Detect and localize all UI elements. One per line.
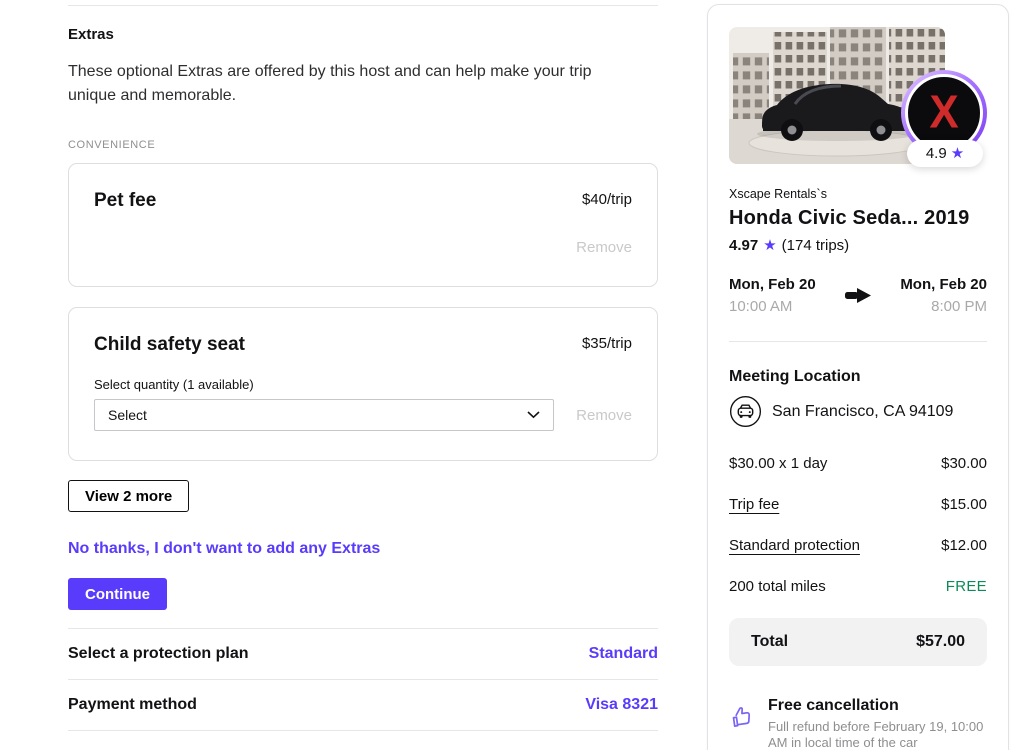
payment-method-value[interactable]: Visa 8321: [585, 696, 658, 714]
host-name: Xscape Rentals`s: [729, 186, 987, 202]
trip-summary-card: X 4.9 ★ Xscape Rentals`s Honda Civic Sed…: [707, 4, 1009, 750]
vehicle-rating-value: 4.97: [729, 237, 758, 254]
protection-plan-label: Select a protection plan: [68, 645, 248, 663]
pickup-time: 10:00 AM: [729, 297, 816, 316]
protection-plan-row[interactable]: Select a protection plan Standard: [68, 629, 658, 680]
quantity-select-value: Select: [108, 407, 147, 423]
remove-extra-button[interactable]: Remove: [576, 239, 632, 256]
meeting-address: San Francisco, CA 94109: [772, 403, 953, 421]
protection-fee-link[interactable]: Standard protection: [729, 536, 860, 555]
host-rating-value: 4.9: [926, 145, 947, 162]
star-icon: ★: [951, 146, 964, 161]
pickup-date: Mon, Feb 20: [729, 275, 816, 294]
price-label: 200 total miles: [729, 577, 826, 596]
extras-section: Extras These optional Extras are offered…: [68, 0, 658, 731]
trip-fee-link[interactable]: Trip fee: [729, 495, 779, 514]
payment-method-label: Payment method: [68, 696, 197, 714]
extra-price: $40/trip: [582, 189, 632, 211]
total-value: $57.00: [916, 633, 965, 651]
view-more-button[interactable]: View 2 more: [68, 480, 189, 512]
extra-price: $35/trip: [582, 333, 632, 355]
total-row: Total $57.00: [729, 618, 987, 666]
price-value: $30.00: [941, 454, 987, 473]
decline-extras-link[interactable]: No thanks, I don't want to add any Extra…: [68, 539, 380, 558]
free-badge: FREE: [946, 577, 987, 596]
dropoff-time: 8:00 PM: [900, 297, 987, 316]
price-value: $15.00: [941, 495, 987, 514]
meeting-location-heading: Meeting Location: [729, 367, 987, 387]
vehicle-trips-count: (174 trips): [782, 237, 850, 254]
extra-name: Pet fee: [94, 189, 156, 212]
checkout-settings: Select a protection plan Standard Paymen…: [68, 628, 658, 731]
section-divider: [68, 5, 658, 6]
chevron-down-icon: [527, 411, 540, 419]
card-divider: [729, 341, 987, 342]
total-label: Total: [751, 633, 788, 651]
cancellation-title: Free cancellation: [768, 696, 987, 716]
extra-card-pet-fee: Pet fee $40/trip Remove: [68, 163, 658, 287]
remove-extra-button[interactable]: Remove: [576, 407, 632, 424]
payment-method-row[interactable]: Payment method Visa 8321: [68, 680, 658, 731]
protection-plan-value[interactable]: Standard: [589, 645, 658, 663]
host-rating-badge: 4.9 ★: [907, 140, 983, 167]
arrow-right-icon: [845, 288, 871, 303]
quantity-label: Select quantity (1 available): [94, 377, 632, 393]
extra-name: Child safety seat: [94, 333, 245, 356]
price-value: $12.00: [941, 536, 987, 555]
dropoff-date: Mon, Feb 20: [900, 275, 987, 294]
cancellation-description: Full refund before February 19, 10:00 AM…: [768, 719, 987, 750]
cancellation-note: Free cancellation Full refund before Feb…: [729, 696, 987, 750]
continue-button[interactable]: Continue: [68, 578, 167, 610]
vehicle-title: Honda Civic Seda... 2019: [729, 206, 987, 231]
extras-category-label: CONVENIENCE: [68, 138, 658, 152]
checkout-page: Extras These optional Extras are offered…: [0, 0, 1025, 750]
trip-dates: Mon, Feb 20 10:00 AM Mon, Feb 20 8:00 PM: [729, 275, 987, 316]
price-label: $30.00 x 1 day: [729, 454, 827, 473]
extras-description: These optional Extras are offered by thi…: [68, 60, 628, 108]
star-icon: ★: [763, 238, 776, 253]
quantity-select[interactable]: Select: [94, 399, 554, 431]
car-icon: [729, 395, 762, 428]
extra-card-child-seat: Child safety seat $35/trip Select quanti…: [68, 307, 658, 461]
extras-heading: Extras: [68, 25, 658, 44]
price-breakdown: $30.00 x 1 day $30.00 Trip fee $15.00 St…: [729, 454, 987, 596]
thumbs-up-icon: [729, 704, 755, 730]
